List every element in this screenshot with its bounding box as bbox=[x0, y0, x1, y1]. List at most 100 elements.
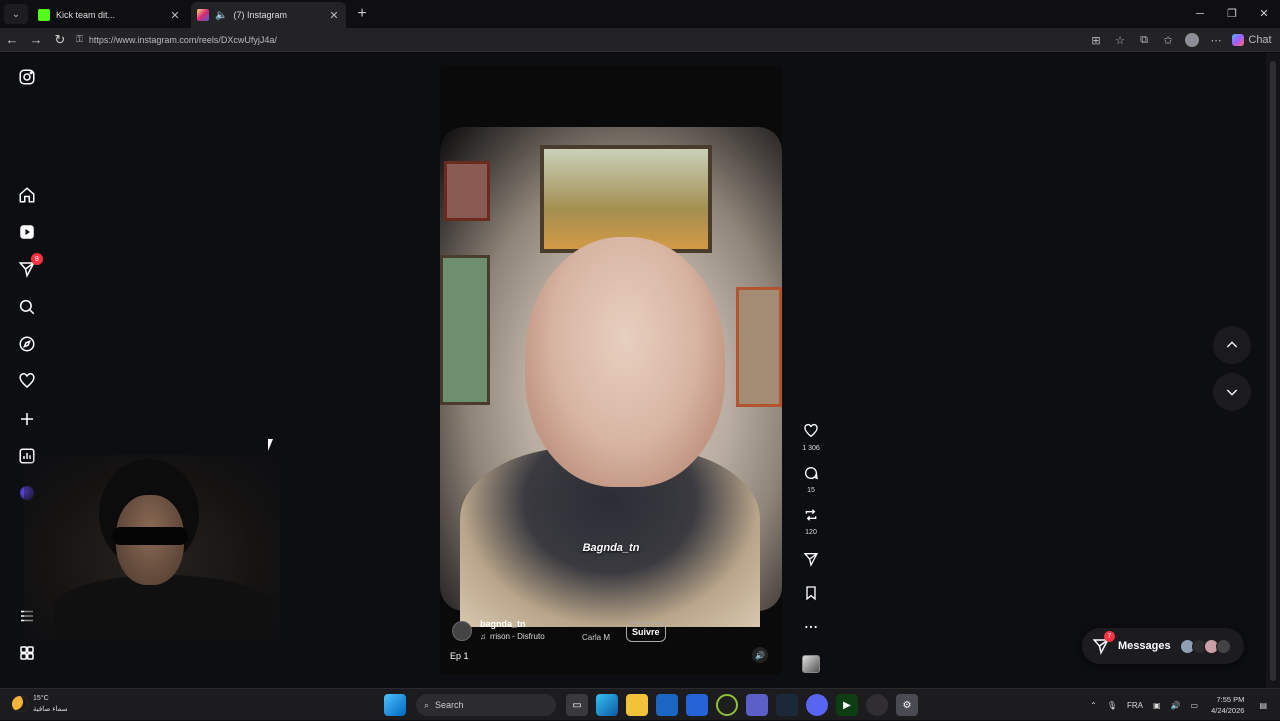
chevron-down-icon bbox=[1226, 389, 1238, 396]
url-text: https://www.instagram.com/reels/DXcwUfyj… bbox=[88, 34, 277, 45]
messages-button[interactable]: 7 Messages bbox=[1082, 628, 1244, 664]
search-icon[interactable] bbox=[17, 297, 37, 317]
task-view-icon[interactable]: ▭ bbox=[566, 694, 588, 716]
bookmark-icon bbox=[806, 586, 816, 601]
xbox-icon[interactable] bbox=[716, 694, 738, 716]
taskbar-search[interactable]: ⌕ Search bbox=[416, 694, 556, 716]
previous-reel-button[interactable] bbox=[1213, 326, 1251, 364]
search-icon: ⌕ bbox=[424, 699, 430, 710]
direct-messages-icon[interactable]: 8 bbox=[17, 253, 43, 279]
episode-label[interactable]: Ep 1 bbox=[450, 651, 469, 661]
volume-icon[interactable]: 🔊 bbox=[752, 647, 768, 663]
heart-icon bbox=[804, 423, 818, 438]
comment-button[interactable]: 15 bbox=[796, 465, 826, 494]
tab-kick[interactable]: Kick team dit... ✕ bbox=[32, 2, 187, 28]
share-button[interactable] bbox=[796, 551, 826, 572]
favorites-icon[interactable]: ✩ bbox=[1156, 34, 1180, 47]
window-controls: ─ ❐ ✕ bbox=[1184, 0, 1280, 28]
clock[interactable]: 7:55 PM 4/24/2026 bbox=[1211, 694, 1244, 716]
obs-icon[interactable] bbox=[866, 694, 888, 716]
instagram-page: 8 Bagnda_tn bagnda_tn ♫ rrison - Disfrut… bbox=[0, 53, 1266, 688]
reel-video[interactable] bbox=[440, 127, 782, 627]
audio-info[interactable]: ♫ rrison - Disfruto bbox=[480, 632, 545, 641]
microphone-icon[interactable]: 🎙 bbox=[1107, 701, 1117, 710]
windows-taskbar: 15°C سماء صافية ⌕ Search ▭ ▶ ⚙ ⌃ 🎙 FRA ▣ … bbox=[0, 688, 1280, 720]
minimize-button[interactable]: ─ bbox=[1184, 0, 1216, 28]
settings-icon[interactable]: ⚙ bbox=[896, 694, 918, 716]
repost-count: 120 bbox=[805, 529, 817, 536]
heart-icon[interactable] bbox=[17, 371, 37, 391]
split-screen-icon[interactable]: ⊞ bbox=[1084, 34, 1108, 47]
new-tab-button[interactable]: + bbox=[352, 5, 372, 23]
favorite-star-icon[interactable]: ☆ bbox=[1108, 34, 1132, 47]
taskbar-apps: ⌕ Search ▭ ▶ ⚙ bbox=[380, 693, 922, 717]
extensions-icon[interactable]: ⧉ bbox=[1132, 34, 1156, 47]
audio-text: rrison - Disfruto bbox=[490, 632, 545, 641]
follow-button[interactable]: Suivre bbox=[626, 622, 666, 642]
mouse-cursor-icon bbox=[268, 439, 273, 451]
store-icon[interactable] bbox=[686, 694, 708, 716]
more-options-icon[interactable]: ⋯ bbox=[1204, 34, 1228, 47]
reels-icon[interactable] bbox=[17, 222, 37, 242]
audio-text-secondary: Carla M bbox=[582, 633, 611, 642]
steam-icon[interactable] bbox=[776, 694, 798, 716]
author-username[interactable]: bagnda_tn bbox=[480, 619, 526, 629]
moon-icon bbox=[12, 696, 28, 712]
site-info-icon[interactable]: ⚿ bbox=[76, 34, 83, 45]
date: 4/24/2026 bbox=[1211, 706, 1245, 715]
notifications-icon[interactable]: ▤ bbox=[1259, 701, 1267, 710]
teams-icon[interactable] bbox=[746, 694, 768, 716]
page-scrollbar[interactable] bbox=[1266, 53, 1280, 688]
more-apps-icon[interactable] bbox=[17, 643, 37, 663]
copilot-chat-button[interactable]: Chat bbox=[1228, 34, 1280, 46]
reel-player[interactable]: Bagnda_tn bagnda_tn ♫ rrison - Disfruto C… bbox=[440, 65, 782, 675]
volume-icon[interactable]: 🔊 bbox=[1171, 701, 1181, 710]
audio-thumbnail[interactable] bbox=[802, 655, 820, 673]
repost-button[interactable]: 120 bbox=[796, 507, 826, 536]
save-button[interactable] bbox=[796, 585, 826, 606]
explore-icon[interactable] bbox=[17, 334, 37, 354]
next-reel-button[interactable] bbox=[1213, 373, 1251, 411]
weather-widget[interactable]: 15°C سماء صافية bbox=[12, 693, 68, 715]
language-indicator[interactable]: FRA bbox=[1127, 701, 1143, 710]
refresh-button[interactable]: ↻ bbox=[48, 32, 72, 48]
back-button[interactable]: ← bbox=[0, 32, 24, 47]
more-options-button[interactable] bbox=[796, 619, 826, 640]
edge-icon[interactable] bbox=[596, 694, 618, 716]
tab-instagram[interactable]: 🔈 (7) Instagram ✕ bbox=[191, 2, 346, 28]
messenger-icon: 7 bbox=[1092, 631, 1115, 655]
like-button[interactable]: 1 306 bbox=[796, 423, 826, 452]
show-hidden-icons[interactable]: ⌃ bbox=[1090, 701, 1097, 710]
close-tab-icon[interactable]: ✕ bbox=[169, 9, 181, 22]
outlook-icon[interactable] bbox=[656, 694, 678, 716]
file-explorer-icon[interactable] bbox=[626, 694, 648, 716]
author-avatar[interactable] bbox=[452, 621, 472, 641]
create-plus-icon[interactable] bbox=[17, 409, 37, 429]
discord-icon[interactable] bbox=[806, 694, 828, 716]
speaker-icon[interactable]: 🔈 bbox=[215, 10, 227, 21]
close-window-button[interactable]: ✕ bbox=[1248, 0, 1280, 28]
windows-start-icon[interactable] bbox=[384, 694, 406, 716]
home-icon[interactable] bbox=[17, 185, 37, 205]
reel-info: bagnda_tn ♫ rrison - Disfruto Carla M Sui… bbox=[440, 611, 782, 675]
network-icon[interactable]: ▣ bbox=[1153, 701, 1161, 710]
chevron-up-icon bbox=[1226, 341, 1238, 348]
forward-button[interactable]: → bbox=[24, 32, 48, 47]
ellipsis-icon bbox=[805, 625, 817, 629]
restore-button[interactable]: ❐ bbox=[1216, 0, 1248, 28]
wall-frame-right bbox=[736, 287, 782, 407]
url-field[interactable]: ⚿ https://www.instagram.com/reels/DXcwUf… bbox=[76, 30, 1076, 50]
instagram-logo-icon[interactable] bbox=[17, 67, 37, 87]
close-tab-icon[interactable]: ✕ bbox=[328, 9, 340, 22]
repost-icon bbox=[805, 509, 817, 521]
battery-icon[interactable]: ▭ bbox=[1191, 701, 1199, 710]
chat-label: Chat bbox=[1248, 34, 1272, 46]
profile-avatar[interactable] bbox=[1185, 33, 1199, 47]
search-placeholder: Search bbox=[435, 700, 464, 710]
wall-frame-left bbox=[440, 255, 490, 405]
kick-favicon-icon bbox=[38, 9, 50, 21]
terminal-icon[interactable]: ▶ bbox=[836, 694, 858, 716]
tab-actions-menu[interactable]: ⌄ bbox=[4, 4, 28, 24]
scrollbar-thumb[interactable] bbox=[1270, 61, 1276, 681]
music-note-icon: ♫ bbox=[480, 632, 486, 641]
